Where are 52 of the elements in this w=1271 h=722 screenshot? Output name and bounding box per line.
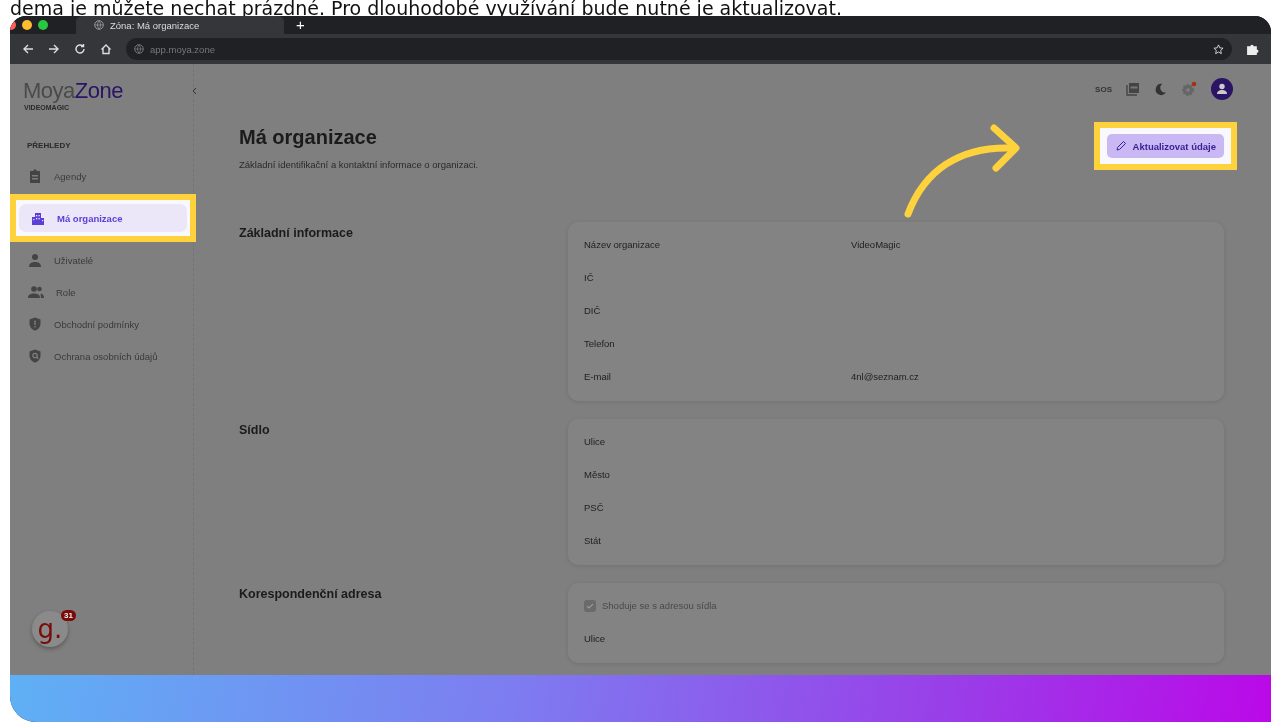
people-icon xyxy=(28,285,44,299)
sidebar-item[interactable]: Role xyxy=(10,276,193,308)
forward-icon[interactable] xyxy=(48,43,60,55)
field-label: Ulice xyxy=(584,436,607,447)
sidebar-item[interactable]: Ochrana osobních údajů xyxy=(10,340,193,372)
shield-search-icon xyxy=(28,349,42,363)
field-label: Ulice xyxy=(584,633,607,644)
globe-icon xyxy=(94,20,104,30)
person-icon xyxy=(28,253,42,267)
section-heading: PŘEHLEDY xyxy=(26,140,72,152)
field-label: PSČ xyxy=(584,502,605,513)
puzzle-icon[interactable] xyxy=(1246,42,1259,56)
field-label: Město xyxy=(584,469,611,480)
sidebar-item[interactable]: Uživatelé xyxy=(10,244,193,276)
notification-badge: 31 xyxy=(61,610,76,621)
pdf-icon[interactable] xyxy=(1126,82,1140,96)
star-icon[interactable] xyxy=(1213,43,1224,55)
address-bar[interactable]: app.moya.zone xyxy=(126,38,1232,60)
pencil-icon xyxy=(1114,140,1127,152)
maximize-window-icon[interactable] xyxy=(38,20,48,30)
home-icon[interactable] xyxy=(100,43,112,55)
clipboard-icon xyxy=(28,169,42,183)
reload-icon[interactable] xyxy=(74,43,86,55)
sidebar-item[interactable]: Obchodní podmínky xyxy=(10,308,193,340)
field-label: Stát xyxy=(584,535,602,546)
back-icon[interactable] xyxy=(22,43,34,55)
sos-button[interactable]: SOS xyxy=(1095,84,1112,94)
field-label: DIČ xyxy=(584,305,602,316)
section-title: Korespondenční adresa xyxy=(239,586,383,603)
browser-tab[interactable]: Zóna: Má organizace xyxy=(76,16,284,34)
checkbox[interactable] xyxy=(584,599,596,612)
section-title: Základní informace xyxy=(239,225,354,242)
field-label: Název organizace xyxy=(584,239,662,250)
minimize-window-icon[interactable] xyxy=(22,20,32,30)
sidebar-item[interactable]: Má organizace xyxy=(19,204,187,232)
user-avatar[interactable] xyxy=(1211,78,1233,100)
page-title: Má organizace xyxy=(239,126,378,149)
field-label: IČ xyxy=(584,272,595,283)
new-tab-button[interactable]: + xyxy=(296,16,305,34)
field-label: E-mail xyxy=(584,371,612,382)
logo: MoyaZone xyxy=(22,77,124,104)
page-subtitle: Základní identifikační a kontaktní informace o organizaci. xyxy=(239,159,479,170)
field-label: Telefon xyxy=(584,338,616,349)
section-title: Sídlo xyxy=(239,422,271,439)
field-value: 4nl@seznam.cz xyxy=(851,371,920,382)
field-value: VideoMagic xyxy=(851,239,902,250)
buildings-icon xyxy=(31,211,45,225)
moon-icon[interactable] xyxy=(1154,82,1167,96)
globe-icon xyxy=(134,44,144,54)
sidebar-item[interactable]: Agendy xyxy=(10,160,193,192)
update-button[interactable]: Aktualizovat údaje xyxy=(1106,134,1224,158)
shield-icon xyxy=(28,317,42,331)
